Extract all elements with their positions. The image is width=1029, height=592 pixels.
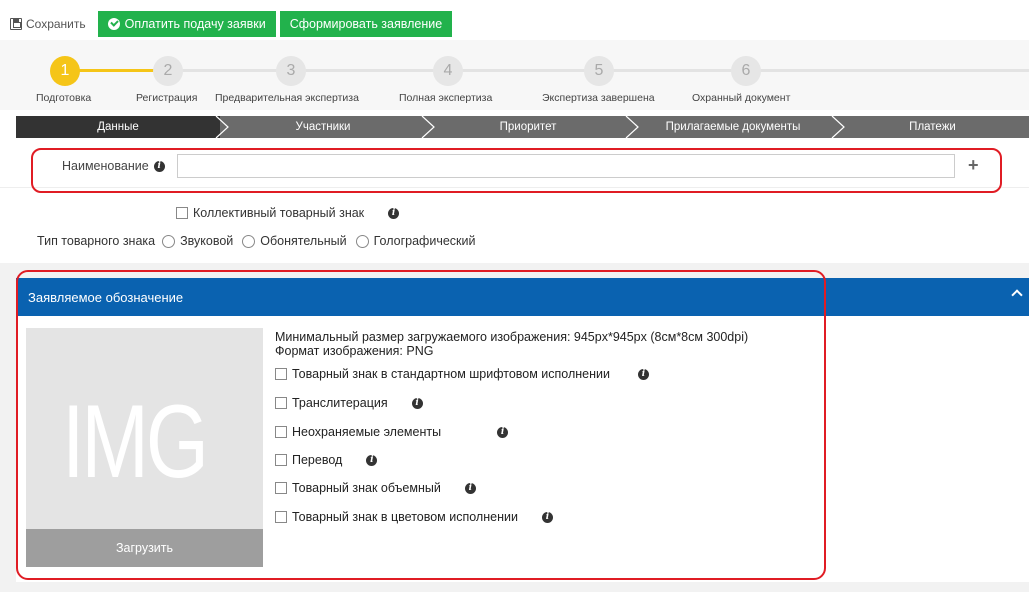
- step-connector: [176, 69, 280, 72]
- option-label: Транслитерация: [292, 396, 388, 410]
- step-number: 3: [286, 62, 296, 79]
- tab-participants[interactable]: Участники: [220, 116, 426, 138]
- step-number: 2: [163, 62, 173, 79]
- step-label: Регистрация: [136, 92, 198, 104]
- option-label: Неохраняемые элементы: [292, 425, 442, 439]
- step-number: 6: [741, 62, 751, 79]
- step-connector: [456, 69, 588, 72]
- info-icon[interactable]: i: [637, 368, 649, 380]
- name-row: Наименование i +: [0, 146, 1029, 188]
- tab-payments[interactable]: Платежи: [836, 116, 1029, 138]
- step-2[interactable]: 2: [153, 56, 183, 86]
- info-icon[interactable]: i: [411, 397, 423, 409]
- collective-label: Коллективный товарный знак: [193, 206, 365, 220]
- upload-label: Загрузить: [115, 541, 174, 555]
- save-button[interactable]: Сохранить: [8, 12, 94, 36]
- step-label: Охранный документ: [692, 92, 791, 104]
- pay-label: Оплатить подачу заявки: [124, 17, 266, 31]
- name-input[interactable]: [177, 154, 955, 178]
- save-label: Сохранить: [26, 17, 86, 31]
- add-icon[interactable]: +: [968, 155, 979, 176]
- tab-label: Участники: [295, 121, 351, 133]
- collective-option: Коллективный товарный знак i: [176, 206, 400, 220]
- option-translation: Перевод i: [275, 453, 378, 467]
- form-label: Сформировать заявление: [289, 17, 443, 31]
- check-circle-icon: [107, 18, 120, 30]
- step-label: Подготовка: [36, 92, 92, 104]
- collective-checkbox[interactable]: [176, 207, 188, 219]
- step-3[interactable]: 3: [276, 56, 306, 86]
- radio-label: Обонятельный: [260, 234, 347, 248]
- step-1[interactable]: 1: [50, 56, 80, 86]
- pay-button[interactable]: Оплатить подачу заявки: [97, 11, 276, 37]
- option-transliteration: Транслитерация i: [275, 396, 423, 410]
- info-icon[interactable]: i: [541, 511, 553, 523]
- radio-olfactory[interactable]: [242, 234, 256, 248]
- option-standard-font: Товарный знак в стандартном шрифтовом ис…: [275, 367, 649, 381]
- form-application-button[interactable]: Сформировать заявление: [279, 11, 453, 37]
- mark-type-label: Тип товарного знака: [37, 234, 156, 248]
- image-requirements: Минимальный размер загружаемого изображе…: [275, 330, 748, 358]
- translation-checkbox[interactable]: [275, 454, 287, 466]
- info-icon[interactable]: i: [388, 207, 400, 219]
- radio-label: Голографический: [373, 234, 476, 248]
- step-6[interactable]: 6: [731, 56, 761, 86]
- step-connector: [608, 69, 732, 72]
- step-label: Полная экспертиза: [399, 92, 493, 104]
- mark-type-row: Тип товарного знака Звуковой Обонятельны…: [37, 234, 477, 248]
- standard-font-checkbox[interactable]: [275, 368, 287, 380]
- option-color: Товарный знак в цветовом исполнении i: [275, 510, 553, 524]
- name-label-group: Наименование i: [62, 159, 165, 173]
- tab-priority[interactable]: Приоритет: [426, 116, 630, 138]
- info-icon[interactable]: i: [366, 454, 378, 466]
- tab-data[interactable]: Данные: [16, 116, 220, 138]
- info-icon[interactable]: i: [464, 482, 476, 494]
- radio-sound[interactable]: [162, 234, 176, 248]
- min-size-text: Минимальный размер загружаемого изображе…: [275, 330, 749, 344]
- option-label: Товарный знак в цветовом исполнении: [292, 510, 518, 524]
- option-3d: Товарный знак объемный i: [275, 481, 476, 495]
- step-5[interactable]: 5: [584, 56, 614, 86]
- designation-header[interactable]: Заявляемое обозначение: [16, 278, 1029, 316]
- img-placeholder-text: IMG: [62, 384, 209, 500]
- floppy-icon: [10, 18, 22, 30]
- step-number: 5: [594, 62, 604, 79]
- progress-stepper: 1 2 3 4 5 6 Подготовка Регистрация Предв…: [0, 40, 1029, 110]
- step-connector: [78, 69, 162, 72]
- tab-attached-documents[interactable]: Прилагаемые документы: [630, 116, 836, 138]
- step-number: 4: [443, 62, 453, 79]
- radio-label: Звуковой: [180, 234, 234, 248]
- toolbar: Сохранить Оплатить подачу заявки Сформир…: [8, 11, 453, 37]
- tab-label: Прилагаемые документы: [665, 121, 801, 133]
- step-label: Предварительная экспертиза: [215, 92, 359, 104]
- transliteration-checkbox[interactable]: [275, 397, 287, 409]
- tab-bar: Данные Участники Приоритет Прилагаемые д…: [16, 116, 1029, 138]
- name-label: Наименование: [62, 159, 149, 173]
- chevron-up-icon[interactable]: [1011, 289, 1023, 301]
- step-connector: [296, 69, 436, 72]
- color-checkbox[interactable]: [275, 511, 287, 523]
- image-placeholder: IMG: [26, 328, 263, 530]
- tab-label: Приоритет: [499, 121, 557, 133]
- info-icon[interactable]: i: [153, 160, 165, 172]
- step-label: Экспертиза завершена: [542, 92, 655, 104]
- info-icon[interactable]: i: [497, 426, 509, 438]
- format-text: Формат изображения: PNG: [275, 344, 434, 358]
- designation-title: Заявляемое обозначение: [28, 289, 184, 305]
- step-connector: [760, 69, 1029, 72]
- radio-holographic[interactable]: [355, 234, 369, 248]
- option-label: Товарный знак объемный: [292, 481, 441, 495]
- option-label: Перевод: [292, 453, 343, 467]
- upload-button[interactable]: Загрузить: [26, 529, 263, 567]
- step-number: 1: [60, 62, 70, 79]
- tab-label: Платежи: [909, 121, 956, 133]
- step-4[interactable]: 4: [433, 56, 463, 86]
- 3d-checkbox[interactable]: [275, 482, 287, 494]
- unprotected-checkbox[interactable]: [275, 426, 287, 438]
- tab-label: Данные: [97, 121, 139, 133]
- option-label: Товарный знак в стандартном шрифтовом ис…: [292, 367, 610, 381]
- option-unprotected: Неохраняемые элементы i: [275, 425, 509, 439]
